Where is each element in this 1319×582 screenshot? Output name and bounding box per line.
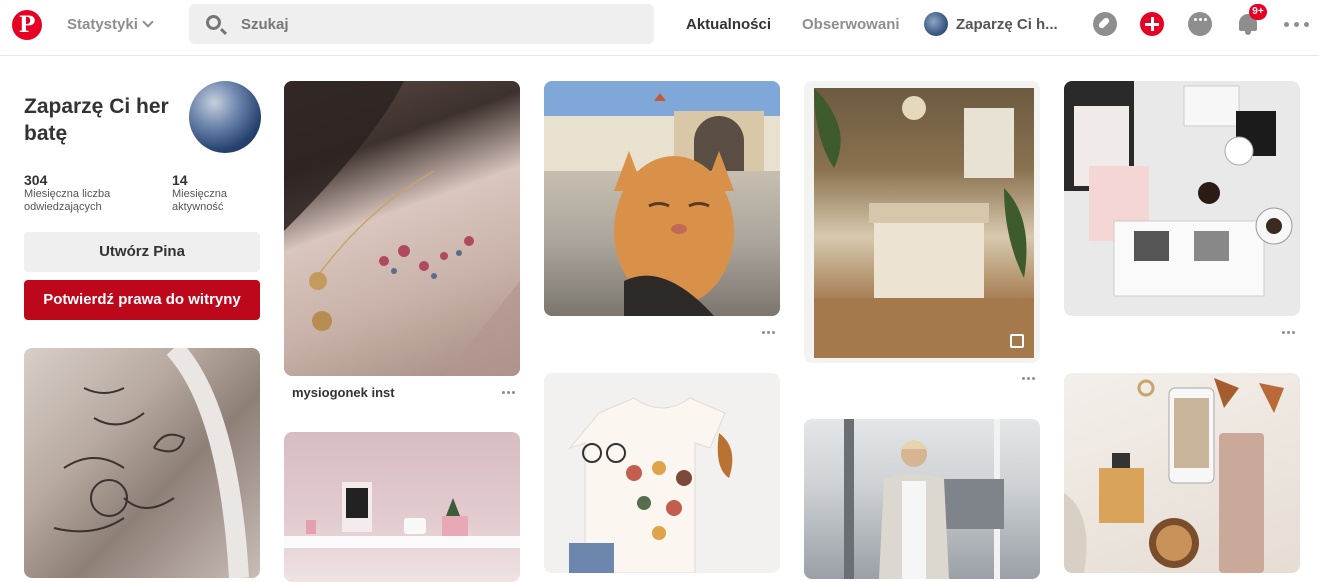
more-icon[interactable] (1022, 377, 1036, 381)
pinterest-logo-icon[interactable]: P (12, 10, 42, 40)
verify-site-button[interactable]: Potwierdź prawa do witryny (24, 280, 260, 320)
pin-image-floral-tattoo[interactable] (284, 81, 520, 376)
notifications-badge: 9+ (1249, 4, 1267, 20)
pin-image-street-fashion[interactable] (804, 419, 1040, 579)
pin-title[interactable]: mysiogonek inst (292, 385, 395, 400)
pin-image-magazine-flatlay[interactable] (1064, 81, 1300, 316)
search-bar[interactable] (189, 4, 654, 44)
pin-image-bedroom (814, 88, 1034, 358)
stat-visitors-value: 304 (24, 172, 48, 188)
expand-icon[interactable] (1010, 334, 1024, 348)
compass-icon[interactable] (1093, 12, 1117, 36)
pin-image-tshirt-flatlay[interactable] (544, 373, 780, 573)
stat-visitors: 304 Miesięczna liczba odwiedzających (24, 172, 154, 214)
pin-image-tattoos[interactable] (24, 348, 260, 578)
nav-profile-label: Zaparzę Ci h... (956, 16, 1058, 33)
profile-avatar[interactable] (189, 81, 261, 153)
stat-engagement: 14 Miesięczna aktywność (172, 172, 252, 214)
more-icon[interactable] (502, 391, 516, 395)
chevron-down-icon (142, 16, 154, 28)
plus-icon[interactable] (1140, 12, 1164, 36)
pin-card-bedroom[interactable] (804, 81, 1040, 363)
search-input[interactable] (241, 4, 641, 44)
more-icon[interactable] (1282, 331, 1296, 335)
pin-image-cat[interactable] (544, 81, 780, 316)
stats-dropdown[interactable]: Statystyki (67, 16, 154, 33)
search-icon (206, 15, 221, 30)
stat-engagement-value: 14 (172, 172, 188, 188)
nav-home-feed[interactable]: Aktualności (686, 16, 771, 33)
pin-image-shelf-decor[interactable] (284, 432, 520, 582)
more-icon[interactable] (1284, 22, 1310, 28)
profile-name: Zaparzę Ci her batę (24, 95, 169, 145)
pin-image-perfume-flatlay[interactable] (1064, 373, 1300, 573)
stat-engagement-label: Miesięczna aktywność (172, 188, 228, 213)
top-bar: P Statystyki Aktualności Obserwowani Zap… (0, 0, 1319, 56)
stats-label: Statystyki (67, 16, 138, 33)
avatar (924, 12, 948, 36)
nav-following[interactable]: Obserwowani (802, 16, 900, 33)
more-icon[interactable] (762, 331, 776, 335)
stat-visitors-label: Miesięczna liczba odwiedzających (24, 188, 111, 213)
chat-icon[interactable] (1188, 12, 1212, 36)
create-pin-button[interactable]: Utwórz Pina (24, 232, 260, 272)
